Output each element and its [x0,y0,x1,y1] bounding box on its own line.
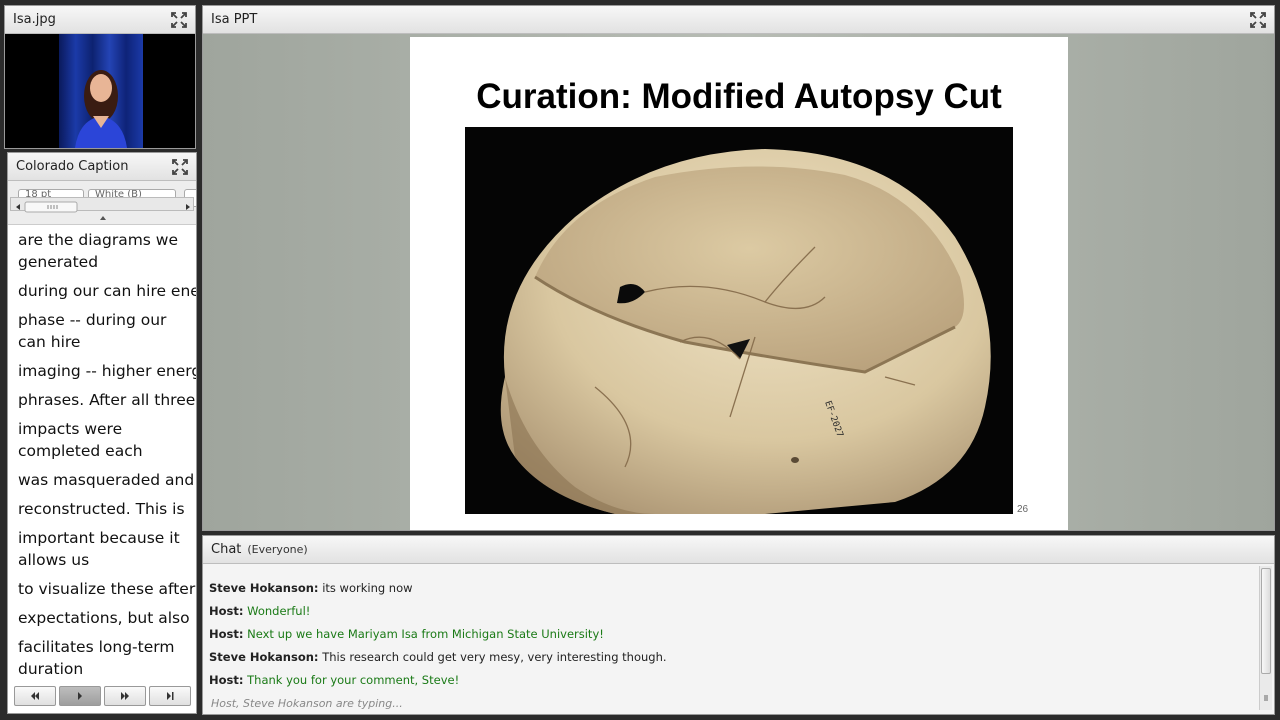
fullscreen-icon[interactable] [1250,11,1266,28]
skip-to-end-button[interactable] [148,686,191,706]
chat-message-list: Steve Hokanson: its working now Host: Won… [209,580,1254,695]
camera-pod: Isa.jpg [4,5,196,149]
skull-photo: EF-2027 [465,127,1013,514]
chat-scope[interactable]: (Everyone) [247,543,307,556]
chat-sender: Steve Hokanson: [209,650,319,664]
slide-title: Curation: Modified Autopsy Cut [476,77,1002,116]
chat-sender: Host: [209,627,244,641]
fullscreen-icon[interactable] [171,11,187,28]
chat-pod: Chat (Everyone) Steve Hokanson: its work… [202,535,1275,715]
caption-line: was masqueraded and [18,471,195,489]
camera-pod-header[interactable]: Isa.jpg [5,6,195,34]
presentation-pod-title: Isa PPT [211,12,258,27]
presentation-pod: Isa PPT Curation: Modified Autopsy Cut E… [202,5,1275,531]
caption-line: during our can hire ener [18,282,196,300]
caption-line: phase -- during our can hire [18,311,167,351]
chat-sender: Steve Hokanson: [209,581,319,595]
typing-indicator: Host, Steve Hokanson are typing... [211,697,403,710]
chat-message-text: This research could get very mesy, very … [322,650,667,664]
caption-line: expectations, but also [18,609,190,627]
presentation-pod-header[interactable]: Isa PPT [203,6,1274,34]
skip-back-icon [30,692,39,700]
caption-line: impacts were completed each [18,420,143,460]
slide-page-number: 26 [1017,504,1029,515]
chat-message: Host: Thank you for your comment, Steve! [209,672,1254,695]
chat-message: Host: Next up we have Mariyam Isa from M… [209,626,1254,649]
chat-scroll-thumb[interactable] [1261,568,1271,674]
caption-line: reconstructed. This is [18,500,185,518]
caption-line: important because it allows us [18,529,180,569]
chat-message: Steve Hokanson: This research could get … [209,649,1254,672]
caption-transcript: are the diagrams we generated during our … [8,229,196,679]
chat-message-text: Next up we have Mariyam Isa from Michiga… [247,627,604,641]
chat-sender: Host: [209,604,244,618]
caption-pod-header[interactable]: Colorado Caption [8,153,196,181]
slide-stage: Curation: Modified Autopsy Cut EF-2027 2… [203,34,1274,530]
caption-pod-title: Colorado Caption [16,159,129,174]
caption-pod: Colorado Caption 18 pt White (B) are the… [7,152,197,714]
collapse-toolbar-icon[interactable] [99,215,107,221]
scroll-grip-icon[interactable] [1262,694,1270,702]
fast-forward-icon [120,692,129,700]
chat-message: Host: Wonderful! [209,603,1254,626]
camera-video [5,34,195,148]
fullscreen-icon[interactable] [172,158,188,175]
play-icon [77,692,82,700]
chat-pod-header[interactable]: Chat (Everyone) [203,536,1274,564]
caption-line: imaging -- higher energy [18,362,196,380]
chat-sender: Host: [209,673,244,687]
caption-line: to visualize these after [18,580,196,598]
slide: Curation: Modified Autopsy Cut EF-2027 2… [410,37,1068,530]
scroll-right-icon[interactable] [186,204,190,210]
scroll-left-icon[interactable] [16,204,20,210]
play-button[interactable] [58,686,101,706]
chat-pod-title: Chat [211,542,242,557]
caption-line: phrases. After all three [18,391,196,409]
caption-horizontal-scrollbar[interactable] [10,197,194,213]
chat-message-text: its working now [322,581,413,595]
caption-line: are the diagrams we generated [18,231,179,271]
caption-playback-controls [8,679,196,713]
chat-message-text: Thank you for your comment, Steve! [247,673,460,687]
chat-message-text: Wonderful! [247,604,311,618]
camera-pod-title: Isa.jpg [13,12,56,27]
rewind-to-start-button[interactable] [13,686,56,706]
caption-line: facilitates long-term duration [18,638,175,678]
skip-end-icon [166,692,173,700]
chat-vertical-scrollbar[interactable] [1259,566,1272,710]
fast-forward-button[interactable] [103,686,146,706]
presenter-video-image [5,34,195,148]
skull-illustration: EF-2027 [465,127,1013,514]
chat-message: Steve Hokanson: its working now [209,580,1254,603]
